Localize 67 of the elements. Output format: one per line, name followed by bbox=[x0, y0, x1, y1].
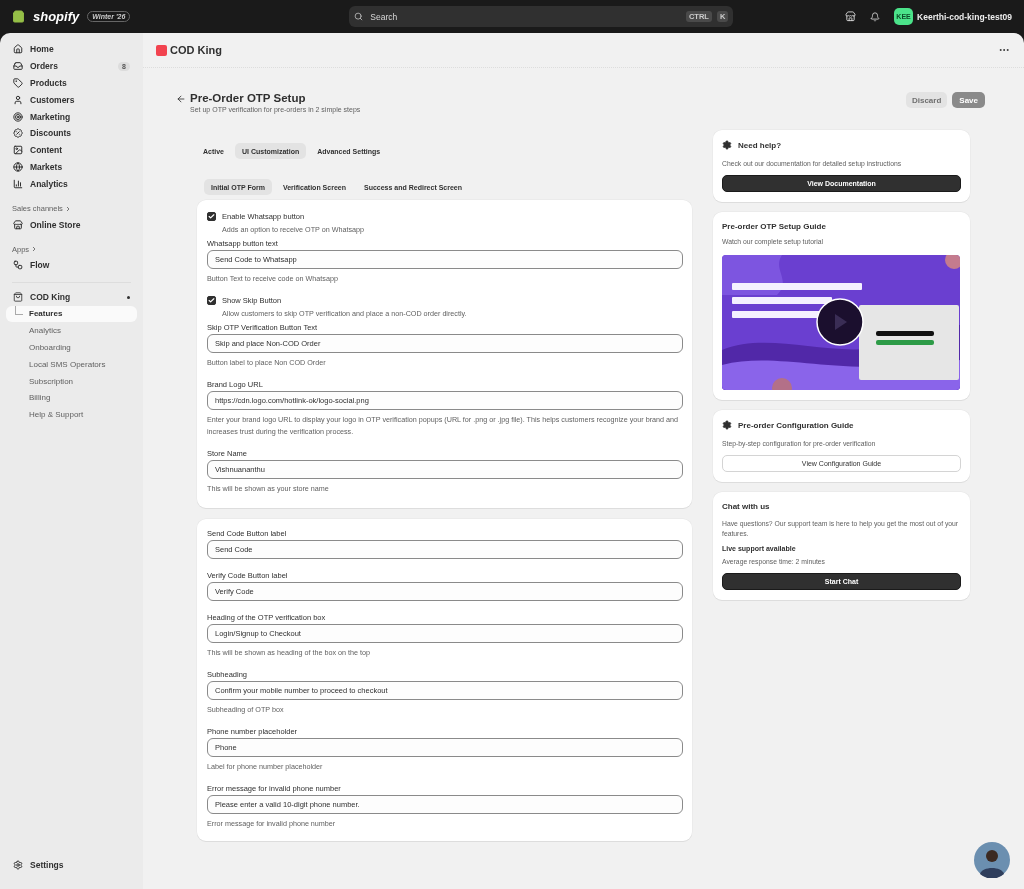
card-title: Pre-order Configuration Guide bbox=[738, 420, 854, 430]
back-icon[interactable] bbox=[176, 94, 186, 104]
nav-item[interactable]: Products bbox=[6, 74, 137, 92]
chart-icon bbox=[13, 178, 23, 189]
sub-nav-item[interactable]: Local SMS Operators bbox=[6, 355, 137, 373]
page-title: Pre-Order OTP Setup bbox=[190, 92, 307, 104]
search-icon bbox=[354, 12, 364, 21]
store-icon bbox=[13, 219, 23, 230]
person-icon bbox=[13, 94, 23, 105]
store-icon[interactable] bbox=[845, 11, 857, 22]
nav-item[interactable]: Analytics bbox=[6, 175, 137, 193]
nav-item[interactable]: Settings bbox=[6, 856, 137, 873]
nav-item[interactable]: Markets bbox=[6, 158, 137, 176]
avatar[interactable] bbox=[974, 842, 1010, 878]
nav-item[interactable]: Home bbox=[6, 41, 137, 58]
target-icon bbox=[13, 111, 23, 122]
nav-label: Products bbox=[30, 78, 67, 88]
notification-icon[interactable] bbox=[870, 11, 881, 22]
card-title: Need help? bbox=[738, 140, 782, 150]
tag-icon bbox=[13, 78, 23, 88]
checkbox[interactable] bbox=[207, 296, 216, 305]
nav-label: Flow bbox=[30, 260, 50, 271]
chevron-icon bbox=[32, 246, 38, 253]
nav-item[interactable]: Customers bbox=[6, 91, 137, 109]
nav-label: Settings bbox=[30, 859, 64, 870]
image-icon bbox=[13, 145, 23, 156]
sub-nav-item[interactable]: Onboarding bbox=[6, 339, 137, 356]
nav-label: Online Store bbox=[30, 219, 81, 230]
nav-label: Home bbox=[30, 44, 54, 55]
gear-icon bbox=[722, 140, 732, 150]
sub-nav-item[interactable]: Analytics bbox=[6, 322, 137, 340]
sub-nav-item[interactable]: Billing bbox=[6, 389, 137, 407]
nav-label: Orders bbox=[30, 61, 58, 72]
gear-icon bbox=[722, 420, 732, 430]
nav-item[interactable]: Content bbox=[6, 141, 137, 159]
nav-label: Discounts bbox=[30, 128, 72, 139]
sub-nav-item[interactable]: Help & Support bbox=[6, 406, 137, 424]
home-icon bbox=[13, 44, 23, 55]
card-title: Chat with us bbox=[722, 502, 771, 511]
sub-nav-item[interactable]: Features bbox=[6, 305, 137, 323]
nav-item[interactable]: COD King bbox=[6, 288, 137, 306]
globe-icon bbox=[13, 161, 23, 172]
card-title: Pre-order OTP Setup Guide bbox=[722, 222, 827, 231]
search-field[interactable]: Search bbox=[368, 10, 681, 23]
account-name[interactable]: Keerthi-cod-king-test09 bbox=[917, 11, 1012, 22]
brand-name: shopify bbox=[33, 9, 80, 24]
sub-nav-item[interactable]: Subscription bbox=[6, 372, 137, 390]
nav-label: Customers bbox=[30, 94, 75, 105]
chevron-icon bbox=[65, 205, 71, 212]
dot-icon bbox=[127, 295, 130, 299]
flow-icon bbox=[13, 260, 23, 271]
nav-item[interactable]: Flow bbox=[6, 256, 137, 274]
nav-item[interactable]: Marketing bbox=[6, 108, 137, 125]
nav-label: Marketing bbox=[30, 111, 71, 122]
app-icon bbox=[13, 292, 23, 303]
nav-label: COD King bbox=[30, 292, 71, 303]
discount-icon bbox=[13, 128, 23, 139]
nav-label: Markets bbox=[30, 161, 63, 172]
nav-item[interactable]: Discounts bbox=[6, 125, 137, 142]
nav-label: Content bbox=[30, 145, 63, 156]
inbox-icon bbox=[13, 61, 23, 72]
nav-item[interactable]: Online Store bbox=[6, 216, 137, 233]
nav-label: Analytics bbox=[30, 178, 68, 189]
checkbox[interactable] bbox=[207, 212, 216, 221]
app-logo-icon bbox=[156, 44, 167, 56]
app-title: COD King bbox=[170, 44, 222, 56]
settings-icon bbox=[13, 859, 23, 870]
